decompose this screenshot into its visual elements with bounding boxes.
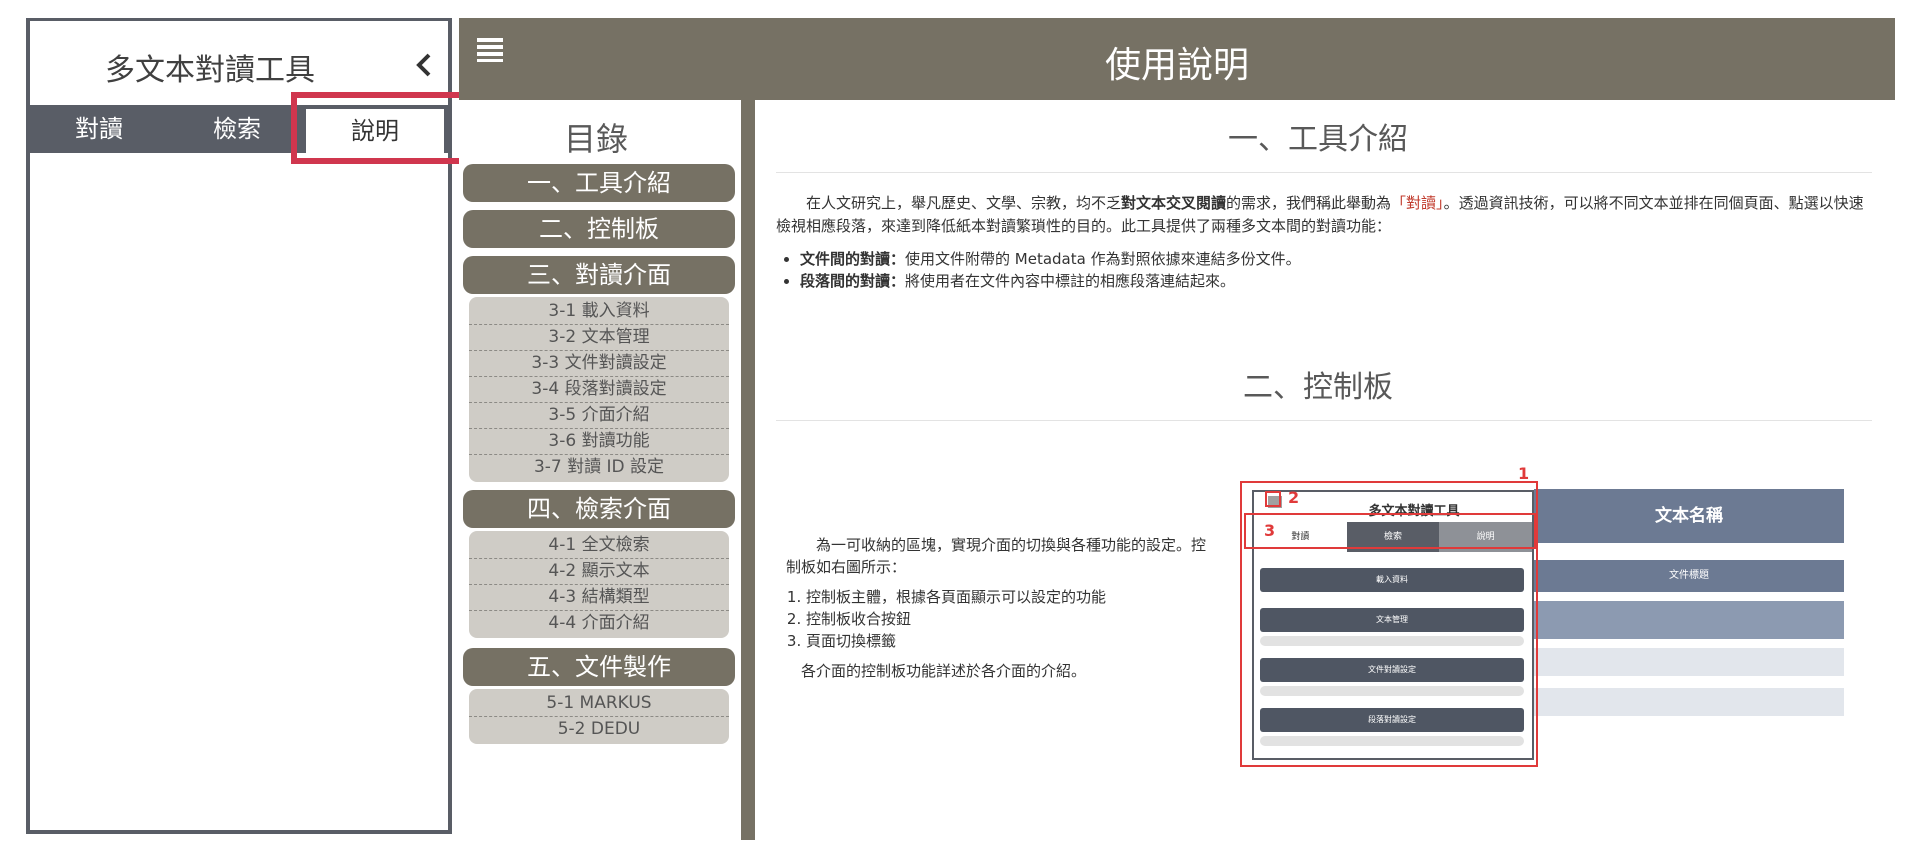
toc-sub-item[interactable]: 3-1 載入資料 bbox=[469, 299, 729, 325]
list-item-label: 段落間的對讀： bbox=[800, 272, 906, 290]
toc-sub-item[interactable]: 3-6 對讀功能 bbox=[469, 429, 729, 455]
toc-sub-item[interactable]: 5-1 MARKUS bbox=[469, 691, 729, 717]
toc-sub-item[interactable]: 4-3 結構類型 bbox=[469, 585, 729, 611]
toc-section-control-panel[interactable]: 二、控制板 bbox=[463, 210, 735, 248]
section-title-intro: 一、工具介紹 bbox=[1228, 122, 1408, 157]
toc-sub-item[interactable]: 3-2 文本管理 bbox=[469, 325, 729, 351]
panel-title: 多文本對讀工具 bbox=[105, 53, 315, 88]
toc-section-documents[interactable]: 五、文件製作 bbox=[463, 648, 735, 686]
control-panel-description: 為一可收納的區塊，實現介面的切換與各種功能的設定。控制板如右圖所示： 控制板主體… bbox=[786, 534, 1206, 682]
main-content: 一、工具介紹 在人文研究上，舉凡歷史、文學、宗教，均不乏對文本交叉閱讀的需求，我… bbox=[756, 100, 1895, 840]
section-title-control-panel: 二、控制板 bbox=[1243, 370, 1393, 405]
feature-list: 文件間的對讀：使用文件附帶的 Metadata 作為對照依據來連結多份文件。 段… bbox=[776, 248, 1880, 292]
intro-text: 在人文研究上，舉凡歷史、文學、宗教，均不乏 bbox=[806, 194, 1122, 212]
diagram-marker-number: 1 bbox=[1518, 464, 1530, 483]
ctl-list: 控制板主體，根據各頁面顯示可以設定的功能 控制板收合按鈕 頁面切換標籤 bbox=[786, 586, 1206, 652]
toc-sub-item[interactable]: 3-7 對讀 ID 設定 bbox=[469, 455, 729, 480]
list-item: 段落間的對讀：將使用者在文件內容中標註的相應段落連結起來。 bbox=[800, 270, 1880, 292]
diagram-doc-header: 文本名稱 bbox=[1534, 489, 1844, 543]
help-tab-highlight bbox=[291, 92, 469, 164]
diagram-doc-block bbox=[1534, 601, 1844, 639]
list-item: 控制板主體，根據各頁面顯示可以設定的功能 bbox=[806, 586, 1206, 608]
list-item-label: 文件間的對讀： bbox=[800, 250, 906, 268]
tab-compare[interactable]: 對讀 bbox=[30, 105, 168, 153]
collapse-chevron-icon[interactable] bbox=[411, 51, 437, 79]
diagram-marker-number: 3 bbox=[1264, 521, 1276, 540]
table-of-contents: 目錄 一、工具介紹 二、控制板 三、對讀介面 3-1 載入資料 3-2 文本管理… bbox=[459, 100, 743, 840]
toc-section-compare[interactable]: 三、對讀介面 bbox=[463, 256, 735, 294]
diagram-doc-block bbox=[1534, 688, 1844, 716]
divider bbox=[776, 172, 1872, 173]
toc-section-search[interactable]: 四、檢索介面 bbox=[463, 490, 735, 528]
toc-sub-list-documents: 5-1 MARKUS 5-2 DEDU bbox=[469, 689, 729, 744]
toc-sub-item[interactable]: 5-2 DEDU bbox=[469, 717, 729, 742]
toc-divider bbox=[741, 100, 755, 840]
list-item-text: 將使用者在文件內容中標註的相應段落連結起來。 bbox=[905, 272, 1236, 290]
diagram-marker-box bbox=[1244, 513, 1536, 549]
intro-paragraph: 在人文研究上，舉凡歷史、文學、宗教，均不乏對文本交叉閱讀的需求，我們稱此舉動為「… bbox=[776, 192, 1876, 238]
toc-sub-list-search: 4-1 全文檢索 4-2 顯示文本 4-3 結構類型 4-4 介面介紹 bbox=[469, 531, 729, 638]
toc-sub-item[interactable]: 4-1 全文檢索 bbox=[469, 533, 729, 559]
toc-sub-list-compare: 3-1 載入資料 3-2 文本管理 3-3 文件對讀設定 3-4 段落對讀設定 … bbox=[469, 297, 729, 482]
divider bbox=[776, 420, 1872, 421]
toc-section-intro[interactable]: 一、工具介紹 bbox=[463, 164, 735, 202]
control-panel-diagram: 文本名稱 文件標題 多文本對讀工具 對讀 檢索 說明 載入資料 文本管理 文件對… bbox=[1240, 464, 1860, 768]
toc-sub-item[interactable]: 3-4 段落對讀設定 bbox=[469, 377, 729, 403]
toc-sub-item[interactable]: 4-2 顯示文本 bbox=[469, 559, 729, 585]
toc-title: 目錄 bbox=[563, 120, 628, 158]
list-item: 頁面切換標籤 bbox=[806, 630, 1206, 652]
ctl-desc: 為一可收納的區塊，實現介面的切換與各種功能的設定。控制板如右圖所示： bbox=[786, 536, 1207, 576]
diagram-marker-box bbox=[1265, 491, 1281, 507]
diagram-marker-number: 2 bbox=[1288, 488, 1300, 507]
page-header: 使用說明 bbox=[459, 18, 1895, 100]
diagram-doc-block bbox=[1534, 648, 1844, 676]
toc-sub-item[interactable]: 3-3 文件對讀設定 bbox=[469, 351, 729, 377]
intro-emphasis: 「對讀」 bbox=[1391, 194, 1444, 212]
ctl-note: 各介面的控制板功能詳述於各介面的介紹。 bbox=[801, 662, 1087, 680]
list-item: 控制板收合按鈕 bbox=[806, 608, 1206, 630]
tab-search[interactable]: 檢索 bbox=[168, 105, 306, 153]
toc-sub-item[interactable]: 3-5 介面介紹 bbox=[469, 403, 729, 429]
list-item-text: 使用文件附帶的 Metadata 作為對照依據來連結多份文件。 bbox=[905, 250, 1301, 268]
intro-text: 的需求，我們稱此舉動為 bbox=[1226, 194, 1392, 212]
diagram-doc-row: 文件標題 bbox=[1534, 560, 1844, 592]
page-title: 使用說明 bbox=[1104, 45, 1249, 86]
toc-sub-item[interactable]: 4-4 介面介紹 bbox=[469, 611, 729, 636]
intro-bold: 對文本交叉閱讀 bbox=[1121, 194, 1227, 212]
list-item: 文件間的對讀：使用文件附帶的 Metadata 作為對照依據來連結多份文件。 bbox=[800, 248, 1880, 270]
